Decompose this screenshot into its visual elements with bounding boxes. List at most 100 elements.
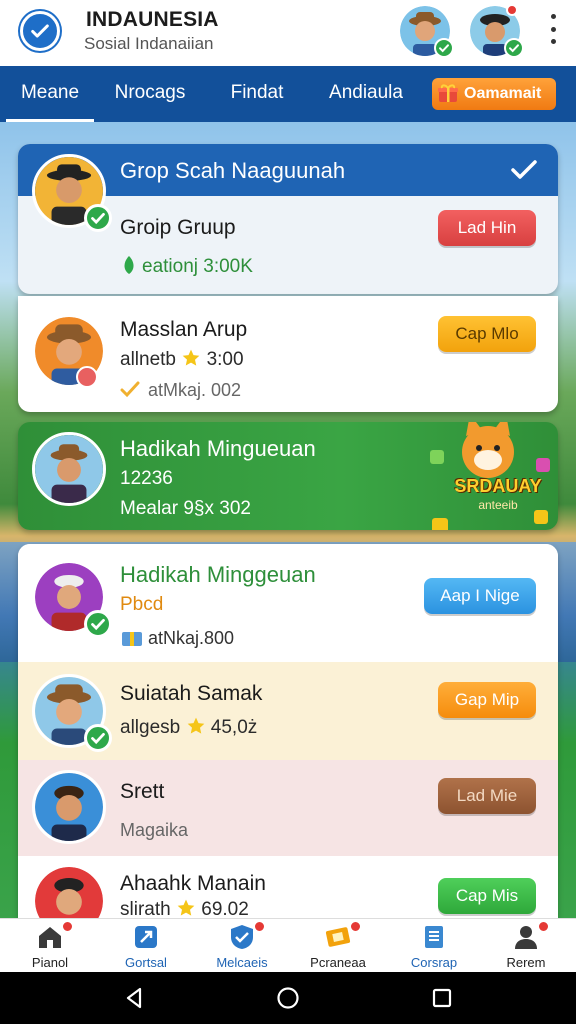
list-line2: Pbcd [120, 594, 164, 615]
nav-label: Rerem [506, 955, 546, 970]
nav-label: Pianol [31, 955, 69, 970]
list-name: Suiatah Samak [120, 682, 263, 705]
list-action-button[interactable]: Gap Mip [438, 682, 536, 718]
tab-andiaula[interactable]: Andiaula [318, 66, 414, 122]
user-stat: allnetb 3:00 [120, 348, 244, 371]
verified-check-icon [504, 38, 524, 58]
gift-icon [438, 84, 458, 102]
system-navigation-bar [0, 972, 576, 1024]
verified-check-icon [84, 610, 112, 638]
check-tick-icon [120, 381, 140, 398]
user-stat-label: allnetb [120, 349, 176, 370]
list-item[interactable]: Ahaahk Manain slirath 69.02 Cap Mis [18, 856, 558, 918]
list-item[interactable]: Suiatah Samak allgesb 45,0ż Gap Mip [18, 662, 558, 760]
group-title: Grop Scah Naaguunah [120, 158, 346, 183]
notification-dot [538, 921, 549, 932]
nav-label: Gortsal [125, 955, 167, 970]
list-avatar[interactable] [32, 770, 106, 844]
nav-label: Pcraneaa [310, 955, 366, 970]
nav-item-pcraneaa[interactable]: Pcraneaa [290, 919, 386, 973]
list-name: Srett [120, 780, 165, 803]
notification-dot [254, 921, 265, 932]
user-action-button[interactable]: Cap Mlo [438, 316, 536, 352]
shield-check-icon [231, 925, 253, 949]
nav-label: Melcaeis [216, 955, 268, 970]
tab-meane[interactable]: Meane [6, 66, 94, 122]
mascot-badge: SRDAUAY anteeib [418, 422, 558, 530]
recents-icon[interactable] [430, 986, 454, 1010]
list-name: Ahaahk Manain [120, 872, 266, 895]
verified-check-icon [84, 204, 112, 232]
player-list: Hadikah Minggeuan Pbcd atNkaj.800 Aap I … [18, 544, 558, 918]
group-card: Grop Scah Naaguunah Groip Gruup eationj … [18, 144, 558, 294]
nav-item-melcaeis[interactable]: Melcaeis [194, 919, 290, 973]
list-avatar[interactable] [32, 864, 106, 918]
group-action-button[interactable]: Lad Hin [438, 210, 536, 246]
notification-dot [350, 921, 361, 932]
verified-check-icon [434, 38, 454, 58]
list-line2: Magaika [120, 820, 189, 840]
list-avatar[interactable] [32, 560, 112, 638]
user-avatar[interactable] [32, 314, 106, 388]
user-row-masslan: Masslan Arup allnetb 3:00 atMkaj. 002 Ca… [18, 296, 558, 412]
tab-promo-button[interactable]: Oamamait [432, 78, 556, 110]
status-icon [76, 366, 98, 388]
nav-item-corsrap[interactable]: Corsrap [386, 919, 482, 973]
nav-item-gortsal[interactable]: Gortsal [98, 919, 194, 973]
list-line2-value: 69.02 [201, 899, 249, 918]
header-avatar-1[interactable] [400, 6, 454, 58]
list-line2: slirath [120, 899, 171, 918]
featured-name: Hadikah Mingueuan [120, 436, 316, 461]
user-name: Masslan Arup [120, 318, 248, 341]
app-title: INDAUNESIA [86, 8, 219, 31]
list-item[interactable]: Hadikah Minggeuan Pbcd atNkaj.800 Aap I … [18, 544, 558, 662]
star-icon [177, 899, 195, 916]
header-avatar-2[interactable] [470, 4, 524, 58]
tab-nrocags[interactable]: Nrocags [104, 66, 196, 122]
badge-subtitle: anteeib [478, 498, 518, 512]
gift-box-icon [122, 632, 142, 646]
list-item[interactable]: Srett Magaika Lad Mie [18, 760, 558, 856]
app-logo-check-icon[interactable] [20, 11, 60, 51]
more-options-icon[interactable] [546, 14, 560, 44]
featured-sub: Mealar 9§x 302 [120, 498, 251, 519]
group-stat: eationj 3:00K [142, 256, 253, 277]
list-line2-wrap: slirath 69.02 [120, 898, 249, 918]
notification-dot [506, 4, 518, 16]
featured-avatar[interactable] [32, 432, 106, 506]
nav-item-pianol[interactable]: Pianol [2, 919, 98, 973]
list-line3: atNkaj.800 [148, 628, 235, 648]
share-icon [135, 926, 157, 948]
group-name: Groip Gruup [120, 216, 236, 239]
app-header: INDAUNESIA Sosial Indanaiian [0, 0, 576, 66]
group-avatar[interactable] [32, 154, 112, 232]
back-icon[interactable] [122, 986, 146, 1010]
ticket-icon [325, 927, 351, 947]
tab-promo-label: Oamamait [464, 85, 542, 102]
notification-dot [62, 921, 73, 932]
verified-check-icon [84, 724, 112, 752]
app-subtitle: Sosial Indanaiian [84, 34, 214, 53]
list-line2-wrap: allgesb 45,0ż [120, 716, 257, 739]
star-icon [182, 349, 200, 366]
bottom-navigation: Pianol Gortsal Melcaeis Pcraneaa Corsrap… [0, 918, 576, 972]
list-action-button[interactable]: Cap Mis [438, 878, 536, 914]
checkmark-icon[interactable] [510, 158, 538, 182]
leaf-icon [124, 256, 134, 274]
list-action-button[interactable]: Lad Mie [438, 778, 536, 814]
nav-label: Corsrap [410, 955, 458, 970]
home-icon [39, 927, 61, 948]
user-stat-value: 3:00 [206, 349, 244, 370]
book-icon [425, 926, 443, 948]
featured-banner[interactable]: Hadikah Mingueuan 12236 Mealar 9§x 302 S… [18, 422, 558, 530]
nav-item-rerem[interactable]: Rerem [478, 919, 574, 973]
home-circle-icon[interactable] [276, 986, 300, 1010]
list-action-button[interactable]: Aap I Nige [424, 578, 536, 614]
list-line2: allgesb [120, 717, 181, 738]
list-avatar[interactable] [32, 674, 112, 752]
list-name: Hadikah Minggeuan [120, 562, 316, 587]
star-icon [187, 717, 204, 734]
top-tab-bar: Meane Nrocags Findat Andiaula Oamamait [0, 66, 576, 122]
tab-findat[interactable]: Findat [214, 66, 300, 122]
list-line2-value: 45,0ż [210, 717, 258, 738]
